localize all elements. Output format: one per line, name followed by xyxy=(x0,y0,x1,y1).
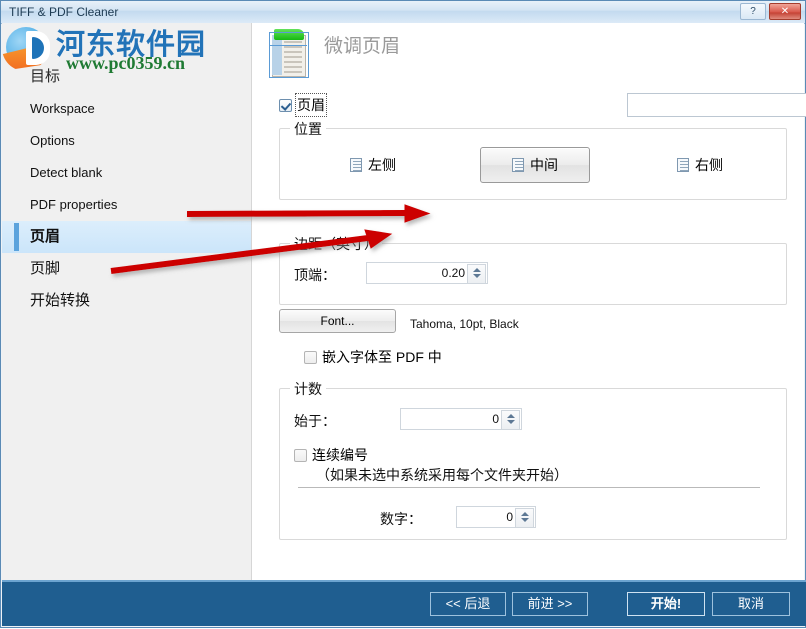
margin-top-spin-buttons[interactable] xyxy=(467,264,486,284)
main-panel: 微调页眉 页眉 位置 左侧 中间 右侧 边距（英寸） 顶端： 0.20 Font… xyxy=(252,23,806,583)
position-option-center-label: 中间 xyxy=(530,157,558,173)
position-option-right-label: 右侧 xyxy=(695,157,723,173)
continuous-number-hint: （如果未选中系统采用每个文件夹开始） xyxy=(316,467,568,483)
count-number-label: 数字： xyxy=(380,511,422,527)
margin-top-label: 顶端： xyxy=(294,267,336,283)
count-number-stepper[interactable]: 0 xyxy=(456,506,536,528)
align-right-icon xyxy=(677,158,689,172)
font-description: Tahoma, 10pt, Black xyxy=(410,317,519,331)
sidebar-item-footer[interactable]: 页脚 xyxy=(2,253,251,285)
spin-down-icon[interactable] xyxy=(472,274,481,278)
embed-font-checkbox[interactable] xyxy=(304,350,317,364)
content-area: 河东软件园 www.pc0359.cn 目标 Workspace Options… xyxy=(2,23,806,583)
window-title: TIFF & PDF Cleaner xyxy=(9,5,119,19)
spin-down-icon[interactable] xyxy=(506,420,515,424)
margin-group: 边距（英寸） 顶端： 0.20 xyxy=(279,234,787,305)
footer-bar: << 后退 前进 >> 开始! 取消 xyxy=(2,580,806,626)
count-group-label: 计数 xyxy=(290,379,326,399)
sidebar-item-header[interactable]: 页眉 xyxy=(2,221,251,253)
window-controls: ? ✕ xyxy=(740,3,801,20)
position-option-left[interactable]: 左侧 xyxy=(318,147,428,183)
count-start-stepper[interactable]: 0 xyxy=(400,408,522,430)
sidebar-item-options[interactable]: Options xyxy=(2,125,251,157)
start-button[interactable]: 开始! xyxy=(627,592,705,616)
continuous-number-row: 连续编号 xyxy=(294,445,368,465)
position-option-right[interactable]: 右侧 xyxy=(645,147,755,183)
margin-top-value: 0.20 xyxy=(441,266,465,280)
count-group: 计数 始于： 0 连续编号 （如果未选中系统采用每个文件夹开始） 数字： 0 xyxy=(279,379,787,540)
align-center-icon xyxy=(512,158,524,172)
spin-up-icon[interactable] xyxy=(520,512,529,516)
count-start-spin-buttons[interactable] xyxy=(501,410,520,430)
embed-font-label[interactable]: 嵌入字体至 PDF 中 xyxy=(322,347,442,367)
position-option-center[interactable]: 中间 xyxy=(480,147,590,183)
count-start-label: 始于： xyxy=(294,413,336,429)
position-option-left-label: 左侧 xyxy=(368,157,396,173)
sidebar: 河东软件园 www.pc0359.cn 目标 Workspace Options… xyxy=(2,23,252,583)
document-header-icon xyxy=(264,27,314,81)
position-group-label: 位置 xyxy=(290,119,326,139)
spin-up-icon[interactable] xyxy=(506,414,515,418)
font-button[interactable]: Font... xyxy=(279,309,396,333)
title-bar: TIFF & PDF Cleaner ? ✕ xyxy=(1,1,805,24)
count-number-spin-buttons[interactable] xyxy=(515,508,534,528)
next-button[interactable]: 前进 >> xyxy=(512,592,588,616)
back-button[interactable]: << 后退 xyxy=(430,592,506,616)
help-button[interactable]: ? xyxy=(740,3,766,20)
margin-group-label: 边距（英寸） xyxy=(290,234,382,254)
watermark-site-name: 河东软件园 xyxy=(56,27,207,61)
page-title: 微调页眉 xyxy=(324,35,401,57)
header-enable-checkbox[interactable] xyxy=(279,98,292,112)
sidebar-item-pdf-properties[interactable]: PDF properties xyxy=(2,189,251,221)
position-group: 位置 左侧 中间 右侧 xyxy=(279,119,787,200)
count-start-value: 0 xyxy=(492,412,499,426)
header-text-combobox[interactable] xyxy=(627,93,806,117)
header-row: 页眉 xyxy=(279,93,806,119)
embed-font-row: 嵌入字体至 PDF 中 xyxy=(304,347,442,367)
header-enable-label[interactable]: 页眉 xyxy=(295,93,327,117)
sidebar-item-start-convert[interactable]: 开始转换 xyxy=(2,285,251,317)
close-button[interactable]: ✕ xyxy=(769,3,801,20)
count-number-value: 0 xyxy=(506,510,513,524)
sidebar-item-target[interactable]: 目标 xyxy=(2,61,251,93)
sidebar-item-detect-blank[interactable]: Detect blank xyxy=(2,157,251,189)
align-left-icon xyxy=(350,158,362,172)
sidebar-item-workspace[interactable]: Workspace xyxy=(2,93,251,125)
sidebar-nav: 目标 Workspace Options Detect blank PDF pr… xyxy=(2,61,251,317)
divider xyxy=(298,487,760,488)
continuous-number-label[interactable]: 连续编号 xyxy=(312,445,368,465)
continuous-number-checkbox[interactable] xyxy=(294,448,307,462)
app-window: TIFF & PDF Cleaner ? ✕ 河东软件园 www.pc0359.… xyxy=(0,0,806,628)
spin-up-icon[interactable] xyxy=(472,268,481,272)
cancel-button[interactable]: 取消 xyxy=(712,592,790,616)
margin-top-stepper[interactable]: 0.20 xyxy=(366,262,488,284)
spin-down-icon[interactable] xyxy=(520,518,529,522)
